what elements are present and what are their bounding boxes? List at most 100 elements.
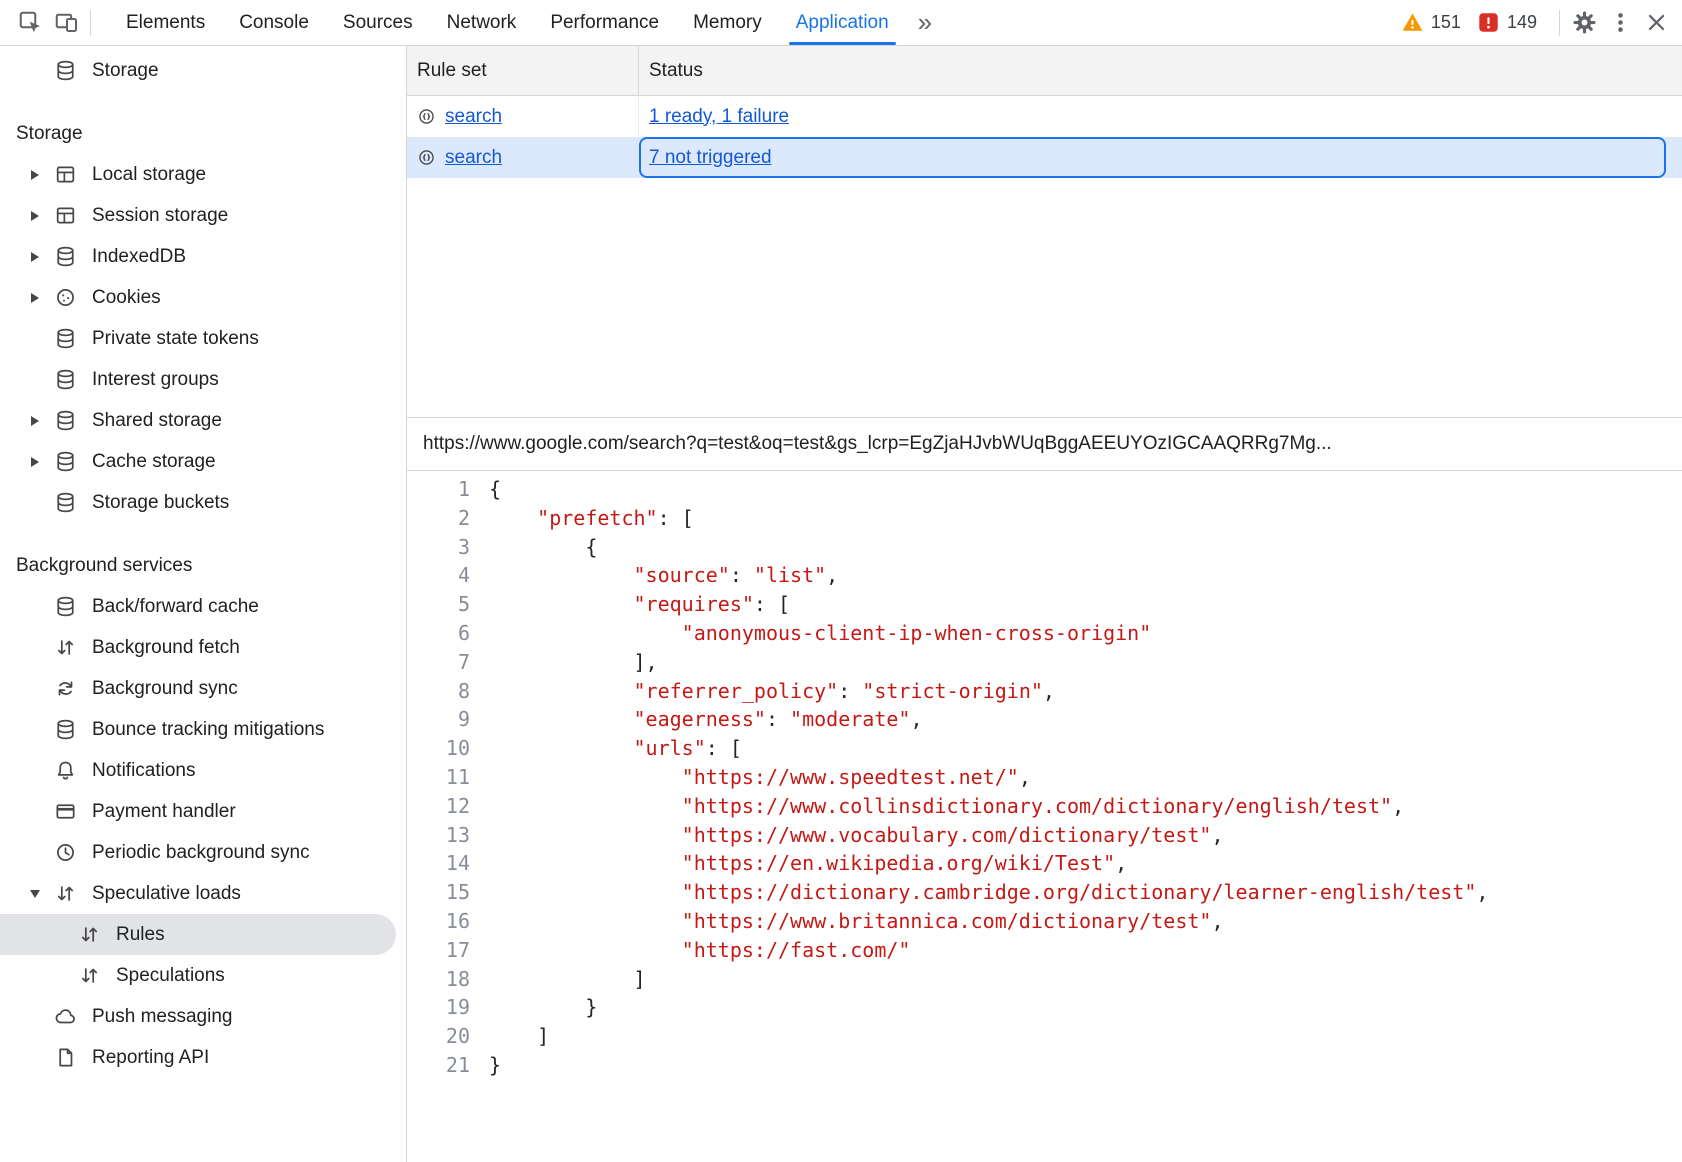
- sidebar-item-cookies[interactable]: Cookies: [0, 277, 406, 318]
- sidebar-item-session-storage[interactable]: Session storage: [0, 195, 406, 236]
- sidebar-item-cache-storage[interactable]: Cache storage: [0, 441, 406, 482]
- sidebar-item-periodic-background-sync[interactable]: Periodic background sync: [0, 832, 406, 873]
- tab-memory[interactable]: Memory: [676, 0, 779, 45]
- status-cell[interactable]: 7 not triggered: [639, 137, 1666, 178]
- errors-counter[interactable]: 149: [1477, 11, 1537, 34]
- line-number: 15: [407, 878, 470, 907]
- close-devtools-button[interactable]: [1638, 5, 1674, 41]
- devtools-body: Storage Storage Local storage Session st…: [0, 46, 1682, 1162]
- sidebar-item-interest-groups[interactable]: Interest groups: [0, 359, 406, 400]
- sidebar-item-label: Periodic background sync: [92, 842, 310, 864]
- sidebar-item-label: Interest groups: [92, 369, 219, 391]
- sidebar-item-push-messaging[interactable]: Push messaging: [0, 996, 406, 1037]
- device-toolbar-button[interactable]: [48, 5, 84, 41]
- cookie-icon: [54, 286, 77, 309]
- sidebar-item-rules[interactable]: Rules: [0, 914, 396, 955]
- database-icon: [54, 491, 77, 514]
- code-line: {: [489, 533, 1488, 562]
- sidebar-item-bounce-tracking-mitigations[interactable]: Bounce tracking mitigations: [0, 709, 406, 750]
- sidebar-item-label: Notifications: [92, 760, 196, 782]
- sidebar-item-label: Shared storage: [92, 410, 222, 432]
- code-gutter: 123456789101112131415161718192021: [407, 475, 470, 1162]
- sidebar-item-background-sync[interactable]: Background sync: [0, 668, 406, 709]
- sidebar-item-back-forward-cache[interactable]: Back/forward cache: [0, 586, 406, 627]
- sidebar-item-notifications[interactable]: Notifications: [0, 750, 406, 791]
- tab-sources[interactable]: Sources: [326, 0, 430, 45]
- rule-set-link[interactable]: search: [445, 106, 502, 128]
- sidebar-item-shared-storage[interactable]: Shared storage: [0, 400, 406, 441]
- sidebar-item-storage[interactable]: Storage: [0, 50, 406, 91]
- column-header-rule-set[interactable]: Rule set: [407, 46, 639, 95]
- status-link[interactable]: 7 not triggered: [649, 147, 772, 169]
- rule-set-link[interactable]: search: [445, 147, 502, 169]
- expander-triangle-icon[interactable]: [16, 293, 54, 303]
- line-number: 17: [407, 936, 470, 965]
- sidebar-section-background-services: Background services: [0, 545, 406, 586]
- code-line: "https://fast.com/": [489, 936, 1488, 965]
- code-line: {: [489, 475, 1488, 504]
- inspect-cursor-button[interactable]: [12, 5, 48, 41]
- column-header-status[interactable]: Status: [639, 46, 1682, 95]
- tab-network[interactable]: Network: [430, 0, 534, 45]
- tab-console[interactable]: Console: [222, 0, 326, 45]
- expander-triangle-icon[interactable]: [16, 170, 54, 180]
- sidebar-item-speculative-loads[interactable]: Speculative loads: [0, 873, 406, 914]
- rule-set-cell[interactable]: search: [407, 137, 639, 178]
- devtools-toolbar: ElementsConsoleSourcesNetworkPerformance…: [0, 0, 1682, 46]
- tab-application[interactable]: Application: [779, 0, 906, 45]
- sidebar-item-storage-buckets[interactable]: Storage buckets: [0, 482, 406, 523]
- line-number: 5: [407, 590, 470, 619]
- rule-set-cell[interactable]: search: [407, 96, 639, 137]
- updown-icon: [78, 923, 101, 946]
- status-link[interactable]: 1 ready, 1 failure: [649, 106, 789, 128]
- line-number: 18: [407, 965, 470, 994]
- expander-triangle-icon[interactable]: [16, 457, 54, 467]
- expander-triangle-icon[interactable]: [16, 416, 54, 426]
- updown-icon: [54, 882, 77, 905]
- warnings-counter[interactable]: 151: [1401, 11, 1461, 34]
- code-line: "eagerness": "moderate",: [489, 705, 1488, 734]
- database-icon: [54, 59, 77, 82]
- line-number: 21: [407, 1051, 470, 1080]
- code-line: "https://www.britannica.com/dictionary/t…: [489, 907, 1488, 936]
- expander-triangle-icon[interactable]: [16, 252, 54, 262]
- more-options-button[interactable]: [1602, 5, 1638, 41]
- sidebar-item-reporting-api[interactable]: Reporting API: [0, 1037, 406, 1078]
- expander-triangle-icon[interactable]: [16, 211, 54, 221]
- sidebar-item-private-state-tokens[interactable]: Private state tokens: [0, 318, 406, 359]
- expander-triangle-icon[interactable]: [16, 890, 54, 898]
- line-number: 14: [407, 849, 470, 878]
- toolbar-divider: [90, 10, 91, 36]
- more-tabs-button[interactable]: »: [906, 7, 944, 38]
- sidebar-item-payment-handler[interactable]: Payment handler: [0, 791, 406, 832]
- tab-performance[interactable]: Performance: [533, 0, 676, 45]
- sidebar-item-background-fetch[interactable]: Background fetch: [0, 627, 406, 668]
- line-number: 19: [407, 993, 470, 1022]
- code-line: "https://www.speedtest.net/",: [489, 763, 1488, 792]
- line-number: 7: [407, 648, 470, 677]
- rule-set-json-viewer[interactable]: 123456789101112131415161718192021 { "pre…: [407, 471, 1682, 1162]
- sidebar-item-label: Cookies: [92, 287, 161, 309]
- updown-icon: [78, 964, 101, 987]
- sidebar-item-local-storage[interactable]: Local storage: [0, 154, 406, 195]
- rule-set-row[interactable]: search 1 ready, 1 failure: [407, 96, 1682, 137]
- code-line: "urls": [: [489, 734, 1488, 763]
- sidebar-item-indexeddb[interactable]: IndexedDB: [0, 236, 406, 277]
- settings-button[interactable]: [1566, 5, 1602, 41]
- database-icon: [54, 450, 77, 473]
- tab-elements[interactable]: Elements: [109, 0, 222, 45]
- rule-set-source-bar: https://www.google.com/search?q=test&oq=…: [407, 417, 1682, 471]
- sidebar-item-label: Payment handler: [92, 801, 236, 823]
- rule-set-row[interactable]: search 7 not triggered: [407, 137, 1682, 178]
- speculation-rules-icon: [417, 107, 436, 126]
- error-count: 149: [1507, 12, 1537, 33]
- code-line: ]: [489, 1022, 1488, 1051]
- rule-set-source-url: https://www.google.com/search?q=test&oq=…: [423, 433, 1332, 455]
- status-cell[interactable]: 1 ready, 1 failure: [639, 96, 1666, 137]
- line-number: 9: [407, 705, 470, 734]
- database-icon: [54, 718, 77, 741]
- sidebar-item-speculations[interactable]: Speculations: [0, 955, 406, 996]
- sidebar-item-label: Storage buckets: [92, 492, 229, 514]
- sidebar-item-label: Background sync: [92, 678, 238, 700]
- rules-grid-header: Rule set Status: [407, 46, 1682, 96]
